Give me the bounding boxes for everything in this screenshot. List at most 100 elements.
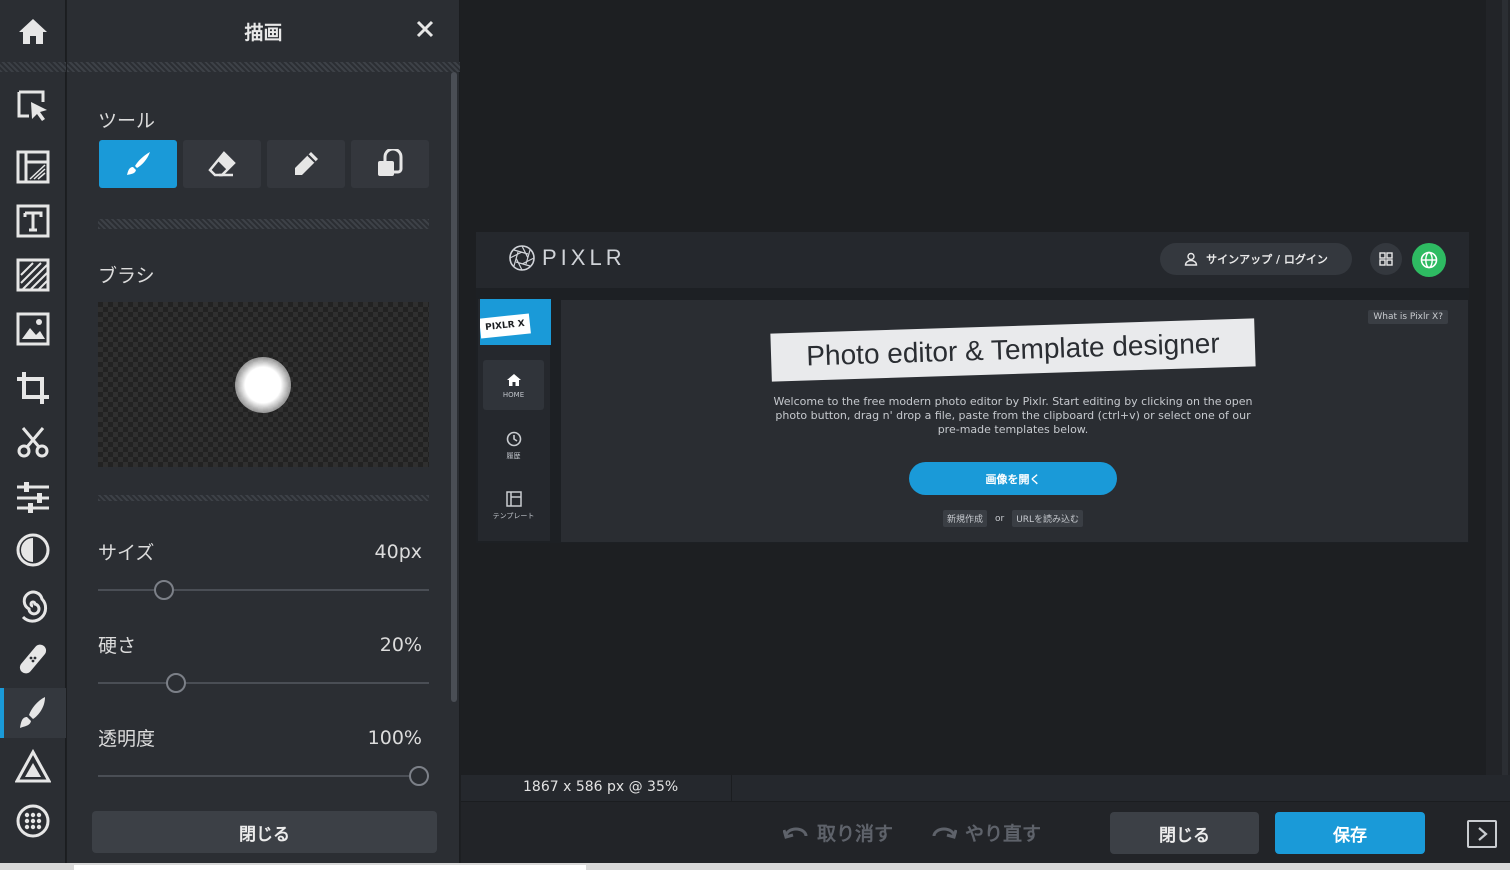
history-icon: [506, 431, 521, 446]
triangle-shapes-icon: [15, 749, 51, 783]
bandage-icon: [19, 644, 47, 674]
clone-stamp-icon: [378, 149, 403, 176]
new-link: 新規作成: [942, 510, 987, 527]
size-slider-track[interactable]: [98, 589, 429, 591]
panel-header: 描画: [67, 0, 460, 62]
pixlr-x-badge: PIXLR X: [480, 299, 551, 345]
expand-panel-button[interactable]: [1467, 820, 1497, 848]
sliders-icon: [17, 482, 49, 513]
clone-tool-button[interactable]: [351, 140, 429, 188]
hero-description: Welcome to the free modern photo editor …: [773, 395, 1253, 436]
close-icon: [416, 20, 434, 38]
or-text: or: [994, 513, 1005, 524]
scissors-icon: [17, 427, 49, 458]
brush-divider: [98, 495, 429, 501]
home-icon: [506, 373, 521, 386]
tool-filter-button[interactable]: [0, 525, 66, 575]
hardness-label: 硬さ: [98, 635, 137, 657]
brush-label: ブラシ: [98, 265, 155, 287]
left-toolbar: [0, 0, 66, 870]
panel-header-divider: [67, 62, 460, 72]
bottom-bar: 取り消す やり直す 閉じる 保存: [461, 801, 1510, 863]
draw-panel: 描画 ツール ブラシ サイズ 40px 硬さ 20% 透明度 100% 閉じる: [67, 0, 460, 870]
close-button[interactable]: 閉じる: [1110, 812, 1259, 854]
hardness-slider-thumb[interactable]: [166, 673, 187, 693]
contrast-icon: [16, 533, 50, 567]
window-footer-highlight: [74, 865, 586, 870]
login-button: サインアップ / ログイン: [1160, 243, 1352, 275]
eraser-tool-button[interactable]: [183, 140, 261, 188]
app-window: 描画 ツール ブラシ サイズ 40px 硬さ 20% 透明度 100% 閉じる …: [0, 0, 1510, 870]
panel-close-button[interactable]: [412, 16, 438, 42]
opacity-slider-track[interactable]: [98, 775, 429, 777]
canvas-nav-home: HOME: [483, 360, 544, 410]
nav-history-label: 履歴: [506, 451, 521, 460]
logo-text: PIXLR: [542, 245, 626, 270]
panel-scrollbar[interactable]: [451, 72, 457, 702]
tool-text-button[interactable]: [0, 196, 66, 246]
redo-label: やり直す: [965, 823, 1042, 845]
tools-label: ツール: [98, 110, 156, 132]
paint-brush-icon: [127, 152, 150, 175]
home-icon: [19, 19, 47, 44]
user-icon: [1184, 252, 1198, 266]
tool-pattern-button[interactable]: [0, 250, 66, 300]
aperture-logo-icon: [509, 245, 535, 271]
redo-button[interactable]: やり直す: [931, 819, 1041, 846]
tools-divider: [98, 219, 429, 229]
pattern-circle-icon: [16, 804, 50, 838]
pixlr-logo: PIXLR: [508, 244, 626, 272]
chevron-right-icon: [1478, 827, 1488, 841]
status-divider: [731, 775, 732, 801]
workspace-scrollbar-thumb[interactable]: [1502, 0, 1508, 775]
opacity-slider-thumb[interactable]: [409, 766, 429, 786]
open-image-button: 画像を開く: [909, 462, 1117, 495]
opacity-value: 100%: [367, 727, 422, 749]
tool-adjust-button[interactable]: [0, 471, 66, 521]
hero-banner: Photo editor & Template designer: [770, 318, 1256, 382]
pixlr-x-label: PIXLR X: [480, 313, 531, 339]
tool-image-button[interactable]: [0, 304, 66, 354]
tool-shape-button[interactable]: [0, 742, 66, 792]
home-button[interactable]: [0, 0, 66, 62]
apps-grid-button: [1370, 243, 1402, 275]
size-label: サイズ: [98, 542, 155, 564]
tool-heal-button[interactable]: [0, 634, 66, 684]
brush-tool-button[interactable]: [99, 140, 177, 188]
language-button: [1412, 243, 1446, 277]
opacity-label: 透明度: [98, 728, 156, 750]
hardness-slider-track[interactable]: [98, 682, 429, 684]
crop-icon: [17, 372, 49, 404]
panel-close-bottom-button[interactable]: 閉じる: [92, 811, 437, 853]
workspace-scrollbar[interactable]: [1486, 0, 1510, 775]
canvas-main: What is Pixlr X? Photo editor & Template…: [561, 300, 1468, 542]
save-button[interactable]: 保存: [1275, 812, 1425, 854]
pen-tool-button[interactable]: [267, 140, 345, 188]
tool-arrange-button[interactable]: [0, 81, 66, 131]
login-label: サインアップ / ログイン: [1206, 253, 1328, 266]
undo-button[interactable]: 取り消す: [783, 819, 893, 846]
brush-preview: [98, 302, 429, 467]
nav-templates-label: テンプレート: [492, 511, 535, 520]
tool-cutout-button[interactable]: [0, 417, 66, 467]
tool-draw-button[interactable]: [0, 688, 66, 738]
canvas-sidebar: PIXLR X HOME 履歴 テンプレート: [478, 299, 551, 541]
template-icon: [505, 490, 522, 507]
canvas-nav-history: 履歴: [483, 420, 544, 470]
panel-title: 描画: [244, 21, 283, 44]
brush-preview-dot: [235, 357, 291, 413]
canvas-header: PIXLR サインアップ / ログイン: [476, 232, 1469, 288]
tool-liquify-button[interactable]: [0, 580, 66, 630]
image-icon: [16, 312, 50, 346]
grid-icon: [1379, 252, 1393, 266]
size-slider-thumb[interactable]: [153, 580, 174, 600]
what-is-link: What is Pixlr X?: [1368, 310, 1448, 324]
tool-crop-button[interactable]: [0, 363, 66, 413]
canvas-nav-templates: テンプレート: [483, 480, 544, 530]
url-link: URLを読み込む: [1012, 510, 1084, 527]
secondary-links: 新規作成 or URLを読み込む: [931, 510, 1095, 527]
tool-layout-button[interactable]: [0, 142, 66, 192]
tool-sticker-button[interactable]: [0, 796, 66, 846]
pen-icon: [295, 152, 318, 175]
canvas-image[interactable]: PIXLR サインアップ / ログイン PIXLR X HOME 履歴 テンプレ…: [476, 232, 1469, 543]
